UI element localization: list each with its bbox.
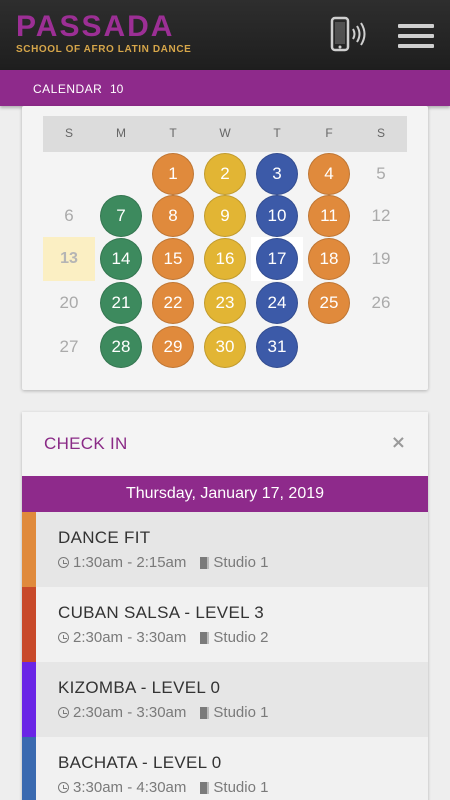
calendar-day-with-classes[interactable]: 29	[152, 326, 194, 368]
class-room: Studio 1	[213, 554, 269, 571]
calendar-day-with-classes[interactable]: 8	[152, 195, 194, 237]
class-color-stripe	[22, 587, 36, 662]
calendar-day-with-classes[interactable]: 31	[256, 326, 298, 368]
checkin-title: CHECK IN	[44, 434, 128, 453]
calendar-day-with-classes[interactable]: 9	[204, 195, 246, 237]
class-row[interactable]: KIZOMBA - LEVEL 0 2:30am - 3:30am Studio 1	[22, 662, 428, 737]
passada-logo[interactable]: PASSADA SCHOOL OF AFRO LATIN DANCE	[16, 10, 192, 56]
calendar-day-with-classes[interactable]: 10	[256, 195, 298, 237]
app-header: PASSADA SCHOOL OF AFRO LATIN DANCE	[0, 0, 450, 70]
calendar-day-with-classes[interactable]: 3	[256, 153, 298, 195]
logo-subtitle: SCHOOL OF AFRO LATIN DANCE	[16, 44, 192, 55]
close-icon[interactable]: ×	[391, 432, 406, 453]
class-meta: 3:30am - 4:30am Studio 1	[58, 779, 268, 796]
calendar-day-with-classes[interactable]: 24	[256, 282, 298, 324]
clock-icon	[58, 707, 69, 718]
door-icon	[200, 706, 210, 719]
phone-vibrate-icon[interactable]	[328, 16, 370, 54]
calendar-day-with-classes[interactable]: 18	[308, 238, 350, 280]
calendar-day-with-classes[interactable]: 7	[100, 195, 142, 237]
calendar-label[interactable]: CALENDAR	[33, 82, 102, 96]
calendar-day[interactable]: 26	[360, 282, 402, 324]
calendar-subheader: CALENDAR 10	[0, 70, 450, 106]
class-time: 3:30am - 4:30am	[73, 779, 187, 796]
calendar-day[interactable]: 20	[48, 282, 90, 324]
door-icon	[200, 781, 210, 794]
calendar-day-with-classes[interactable]: 23	[204, 282, 246, 324]
calendar-day-with-classes[interactable]: 22	[152, 282, 194, 324]
calendar-day-with-classes[interactable]: 16	[204, 238, 246, 280]
calendar-day-with-classes[interactable]: 15	[152, 238, 194, 280]
calendar-day-with-classes[interactable]: 4	[308, 153, 350, 195]
class-color-stripe	[22, 662, 36, 737]
class-room: Studio 1	[213, 704, 269, 721]
class-time: 2:30am - 3:30am	[73, 629, 187, 646]
class-room: Studio 1	[213, 779, 269, 796]
calendar-day-today[interactable]: 13	[43, 237, 95, 281]
selected-date-bar: Thursday, January 17, 2019	[22, 476, 428, 512]
logo-word: PASSADA	[16, 10, 175, 43]
class-time: 1:30am - 2:15am	[73, 554, 187, 571]
calendar-day[interactable]: 5	[360, 153, 402, 195]
calendar-day-with-classes[interactable]: 2	[204, 153, 246, 195]
weekday-label: T	[169, 126, 177, 140]
calendar-day-with-classes[interactable]: 11	[308, 195, 350, 237]
weekday-label: F	[325, 126, 333, 140]
class-row[interactable]: DANCE FIT 1:30am - 2:15am Studio 1	[22, 512, 428, 587]
clock-icon	[58, 782, 69, 793]
class-row[interactable]: BACHATA - LEVEL 0 3:30am - 4:30am Studio 1	[22, 737, 428, 800]
calendar-day[interactable]: 12	[360, 195, 402, 237]
calendar-day-with-classes[interactable]: 21	[100, 282, 142, 324]
clock-icon	[58, 557, 69, 568]
calendar-day-with-classes[interactable]: 28	[100, 326, 142, 368]
clock-icon	[58, 632, 69, 643]
class-time: 2:30am - 3:30am	[73, 704, 187, 721]
class-color-stripe	[22, 737, 36, 800]
door-icon	[200, 556, 210, 569]
class-meta: 1:30am - 2:15am Studio 1	[58, 554, 268, 571]
class-row[interactable]: CUBAN SALSA - LEVEL 3 2:30am - 3:30am Stud…	[22, 587, 428, 662]
class-room: Studio 2	[213, 629, 269, 646]
calendar-day[interactable]: 19	[360, 238, 402, 280]
weekday-label: M	[116, 126, 126, 140]
class-name: KIZOMBA - LEVEL 0	[58, 678, 221, 697]
checkin-card: CHECK IN × Thursday, January 17, 2019 DA…	[22, 412, 428, 800]
class-meta: 2:30am - 3:30am Studio 1	[58, 704, 268, 721]
calendar-day-with-classes[interactable]: 14	[100, 238, 142, 280]
weekday-label: W	[219, 126, 231, 140]
weekday-label: S	[64, 126, 73, 140]
class-color-stripe	[22, 512, 36, 587]
calendar-day[interactable]: 6	[48, 195, 90, 237]
weekday-label: T	[273, 126, 281, 140]
calendar-day[interactable]: 27	[48, 326, 90, 368]
door-icon	[200, 631, 210, 644]
hamburger-menu-icon[interactable]	[398, 24, 434, 48]
class-name: BACHATA - LEVEL 0	[58, 753, 222, 772]
calendar-day-with-classes[interactable]: 30	[204, 326, 246, 368]
calendar-count: 10	[110, 82, 124, 96]
calendar-day-with-classes[interactable]: 1	[152, 153, 194, 195]
calendar-day-with-classes[interactable]: 17	[256, 238, 298, 280]
weekday-label: S	[376, 126, 385, 140]
class-meta: 2:30am - 3:30am Studio 2	[58, 629, 268, 646]
class-name: DANCE FIT	[58, 528, 151, 547]
calendar-day-with-classes[interactable]: 25	[308, 282, 350, 324]
class-name: CUBAN SALSA - LEVEL 3	[58, 603, 264, 622]
calendar-card: S M T W T F S 1 2 3 4 5 6 7 8 9 10 11 12 13 14 15 16 17 18 19 20 21…	[22, 106, 428, 390]
